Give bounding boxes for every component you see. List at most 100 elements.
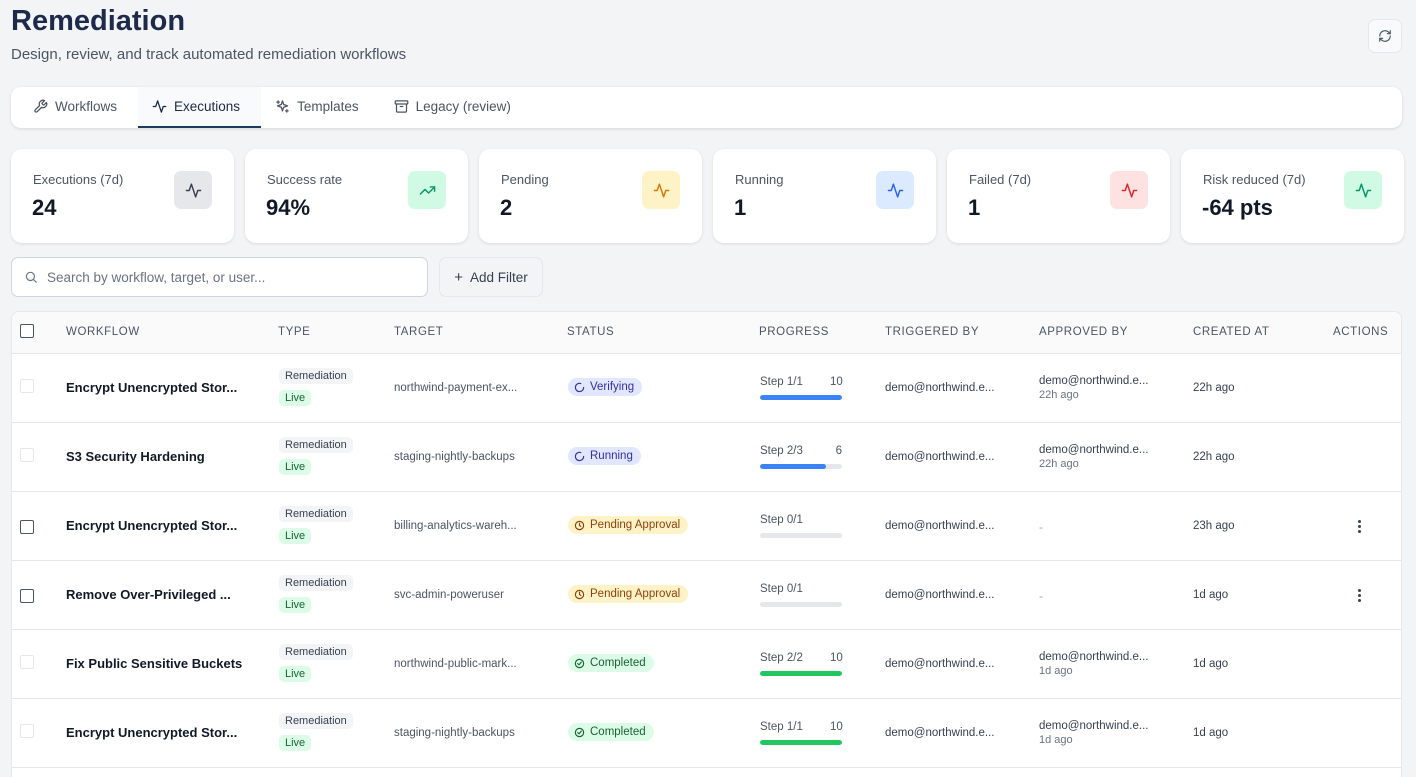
col-status[interactable]: STATUS	[567, 326, 614, 338]
mode-badge: Live	[279, 666, 312, 682]
refresh-button[interactable]	[1368, 19, 1402, 53]
row-checkbox[interactable]	[20, 520, 34, 534]
stat-card: Success rate 94%	[245, 149, 468, 243]
table-row[interactable]: S3 Security Hardening Remediation Live stag…	[12, 423, 1401, 492]
trending-up-icon	[419, 185, 435, 195]
page-subtitle: Design, review, and track automated reme…	[11, 46, 407, 63]
col-workflow[interactable]: WORKFLOW	[66, 326, 140, 338]
stat-label: Failed (7d)	[969, 172, 1032, 187]
progress-bar	[760, 464, 842, 469]
progress-fill	[760, 740, 842, 745]
mode-badge: Live	[279, 528, 312, 544]
target-name: staging-nightly-backups	[394, 727, 515, 739]
progress-step: Step 1/1	[760, 721, 803, 733]
row-checkbox[interactable]	[20, 589, 34, 603]
tab-bar: Workflows Executions Templates Legacy (r…	[11, 87, 1402, 128]
stat-label: Executions (7d)	[33, 172, 124, 187]
workflow-name[interactable]: Remove Over-Privileged ...	[66, 587, 231, 602]
workflow-name[interactable]: Fix Public Sensitive Buckets	[66, 656, 242, 671]
progress-bar	[760, 533, 842, 538]
table-row[interactable]: Encrypt Unencrypted Stor... Remediation Li…	[12, 699, 1401, 768]
tab-label: Workflows	[55, 99, 118, 114]
executions-table: WORKFLOW TYPE TARGET STATUS PROGRESS TRI…	[11, 311, 1402, 777]
mode-badge: Live	[279, 597, 312, 613]
workflow-name[interactable]: Encrypt Unencrypted Stor...	[66, 518, 237, 533]
triggered-by: demo@northwind.e...	[885, 451, 995, 463]
type-badge: Remediation	[279, 713, 353, 729]
workflow-name[interactable]: Encrypt Unencrypted Stor...	[66, 725, 237, 740]
table-row[interactable]: Encrypt Unencrypted Stor... Remediation Li…	[12, 354, 1401, 423]
refresh-icon	[1379, 30, 1391, 42]
stat-label: Pending	[501, 172, 549, 187]
approver: demo@northwind.e...	[1039, 444, 1149, 456]
col-triggered-by[interactable]: TRIGGERED BY	[885, 326, 979, 338]
stat-value: 24	[32, 195, 57, 220]
progress-bar	[760, 395, 842, 400]
progress-step: Step 2/3	[760, 445, 803, 457]
archive-icon	[394, 100, 408, 113]
page-title: Remediation	[11, 5, 186, 37]
col-approved-by[interactable]: APPROVED BY	[1039, 326, 1128, 338]
progress-fill	[760, 464, 826, 469]
mode-badge: Live	[279, 459, 312, 475]
tab-templates[interactable]: Templates	[261, 87, 380, 128]
col-created-at[interactable]: CREATED AT	[1193, 326, 1270, 338]
stat-label: Running	[735, 172, 784, 187]
search-input[interactable]	[47, 269, 407, 285]
col-type[interactable]: TYPE	[278, 326, 310, 338]
table-row[interactable]: Remove Over-Privileged ... Remediation Liv…	[12, 561, 1401, 630]
triggered-by: demo@northwind.e...	[885, 382, 995, 394]
created-at: 1d ago	[1193, 589, 1229, 601]
progress-step: Step 0/1	[760, 514, 803, 526]
status-badge: Running	[568, 447, 641, 465]
status-badge: Pending Approval	[568, 516, 689, 534]
tab-workflows[interactable]: Workflows	[19, 87, 138, 128]
status-badge: Completed	[568, 654, 654, 672]
search-icon	[25, 271, 37, 283]
progress-count: 6	[835, 445, 842, 457]
status-label: Verifying	[590, 381, 635, 393]
stat-card: Running 1	[713, 149, 936, 243]
row-checkbox	[20, 379, 34, 393]
tab-executions[interactable]: Executions	[138, 87, 262, 128]
check-circle-icon	[574, 658, 585, 668]
progress-bar	[760, 671, 842, 676]
approved-by: demo@northwind.e... 1d ago	[1039, 650, 1148, 678]
stat-icon-box	[1110, 171, 1148, 209]
status-badge: Pending Approval	[568, 585, 689, 603]
table-row[interactable]: Encrypt Unencrypted Stor... Remediation Li…	[12, 492, 1401, 561]
col-target[interactable]: TARGET	[394, 326, 443, 338]
activity-icon	[1355, 182, 1371, 198]
more-actions-icon[interactable]	[1352, 586, 1366, 604]
status-label: Completed	[590, 657, 646, 669]
activity-icon	[152, 100, 167, 113]
workflow-name[interactable]: Encrypt Unencrypted Stor...	[66, 380, 237, 395]
table-header: WORKFLOW TYPE TARGET STATUS PROGRESS TRI…	[12, 312, 1401, 354]
approved-ago: 1d ago	[1039, 734, 1073, 746]
select-all-checkbox[interactable]	[20, 324, 34, 338]
more-actions-icon[interactable]	[1352, 517, 1366, 535]
status-label: Pending Approval	[590, 588, 681, 600]
stat-icon-box	[642, 171, 680, 209]
col-progress[interactable]: PROGRESS	[759, 326, 829, 338]
search-field[interactable]	[11, 257, 428, 297]
progress-bar	[760, 740, 842, 745]
target-name: staging-nightly-backups	[394, 451, 515, 463]
col-actions: ACTIONS	[1333, 326, 1389, 338]
stat-card: Risk reduced (7d) -64 pts	[1181, 149, 1404, 243]
mode-badge: Live	[279, 390, 312, 406]
target-name: northwind-public-mark...	[394, 658, 517, 670]
tab-legacy[interactable]: Legacy (review)	[380, 87, 532, 128]
stat-value: 94%	[266, 195, 311, 220]
workflow-name[interactable]: S3 Security Hardening	[66, 449, 205, 464]
status-label: Completed	[590, 726, 646, 738]
row-checkbox	[20, 655, 34, 669]
target-name: northwind-payment-ex...	[394, 382, 518, 394]
table-row[interactable]: Fix Public Sensitive Buckets Remediation L…	[12, 630, 1401, 699]
check-circle-icon	[574, 727, 585, 737]
tab-label: Templates	[297, 99, 359, 114]
row-checkbox	[20, 724, 34, 738]
progress-fill	[760, 395, 842, 400]
add-filter-button[interactable]: + Add Filter	[439, 257, 543, 297]
type-badge: Remediation	[279, 437, 353, 453]
